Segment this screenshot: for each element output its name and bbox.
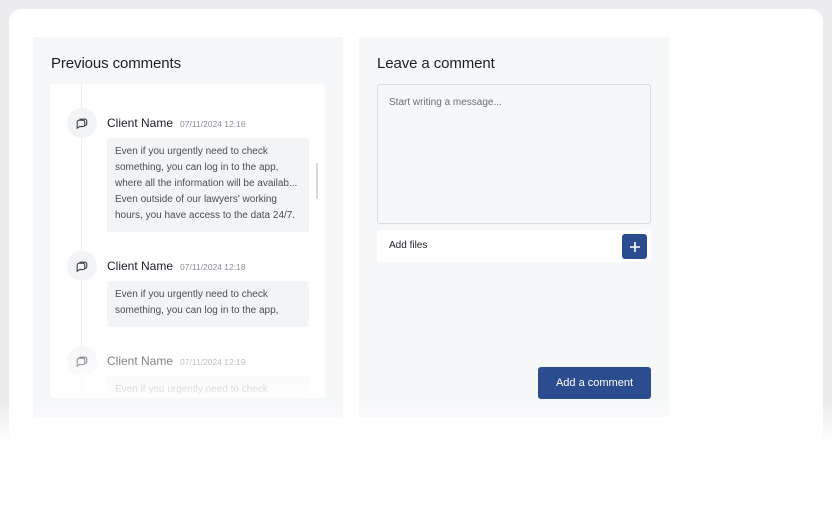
add-files-label: Add files <box>389 240 428 251</box>
comment-date: 07/11/2024 12:16 <box>180 119 246 129</box>
message-input[interactable] <box>377 84 651 224</box>
chat-bubbles-icon <box>67 251 97 281</box>
comment-body: Even if you urgently need to check somet… <box>107 138 309 232</box>
comment-author: Client Name <box>107 259 174 273</box>
comment-body: Even if you urgently need to check <box>107 376 309 398</box>
comment-date: 07/11/2024 12:19 <box>180 357 246 367</box>
comment-list[interactable]: Client Name 07/11/2024 12:16 Even if you… <box>50 84 325 398</box>
scrollbar-thumb[interactable] <box>316 163 318 199</box>
add-files-row: Add files <box>377 230 651 262</box>
comment-line: something, you can log in to the app, <box>115 305 279 316</box>
comment-line: Even if you urgently need to check <box>115 146 268 157</box>
previous-comments-title: Previous comments <box>51 55 182 72</box>
add-comment-button[interactable]: Add a comment <box>538 367 651 399</box>
plus-icon <box>629 241 640 252</box>
previous-comments-panel: Previous comments Client Name 07/11/2024… <box>33 37 343 417</box>
chat-bubbles-icon <box>67 108 97 138</box>
comment-line: Even if you urgently need to check <box>115 289 268 300</box>
comment-line: something, you can log in to the app, <box>115 162 279 173</box>
leave-comment-title: Leave a comment <box>377 55 495 72</box>
comment-line: Even if you urgently need to check <box>115 384 268 395</box>
comment-author: Client Name <box>107 116 174 130</box>
comment-author: Client Name <box>107 354 174 368</box>
comment-line: hours, you have access to the data 24/7. <box>115 210 296 221</box>
add-files-button[interactable] <box>622 234 647 259</box>
comment-line: Even outside of our lawyers' working <box>115 194 277 205</box>
comment-body: Even if you urgently need to check somet… <box>107 281 309 327</box>
comment-line: where all the information will be availa… <box>115 178 298 189</box>
leave-comment-panel: Leave a comment Add files Add a comment <box>359 37 669 417</box>
chat-bubbles-icon <box>67 346 97 376</box>
comment-date: 07/11/2024 12:18 <box>180 262 246 272</box>
